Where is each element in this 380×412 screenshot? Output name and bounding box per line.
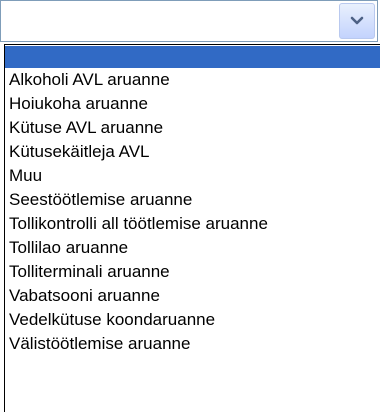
- dropdown-button[interactable]: [339, 3, 375, 39]
- option-hoiukoha-aruanne[interactable]: Hoiukoha aruanne: [5, 92, 380, 116]
- option-kutuse-avl-aruanne[interactable]: Kütuse AVL aruanne: [5, 116, 380, 140]
- option-kutusekaitleja-avl[interactable]: Kütusekäitleja AVL: [5, 140, 380, 164]
- option-muu[interactable]: Muu: [5, 164, 380, 188]
- option-blank[interactable]: [5, 46, 380, 68]
- option-seestootlemise-aruanne[interactable]: Seestöötlemise aruanne: [5, 188, 380, 212]
- option-tollilao-aruanne[interactable]: Tollilao aruanne: [5, 236, 380, 260]
- option-tollikontrolli-all-tootlemise-aruanne[interactable]: Tollikontrolli all töötlemise aruanne: [5, 212, 380, 236]
- option-vedelkutuse-koondaruanne[interactable]: Vedelkütuse koondaruanne: [5, 308, 380, 332]
- option-alkoholi-avl-aruanne[interactable]: Alkoholi AVL aruanne: [5, 68, 380, 92]
- option-vabatsooni-aruanne[interactable]: Vabatsooni aruanne: [5, 284, 380, 308]
- chevron-down-icon: [350, 16, 364, 26]
- dropdown-listbox[interactable]: Alkoholi AVL aruanne Hoiukoha aruanne Kü…: [4, 44, 380, 412]
- option-valistootlemise-aruanne[interactable]: Välistöötlemise aruanne: [5, 332, 380, 356]
- report-type-select[interactable]: [0, 0, 378, 42]
- option-tolliterminali-aruanne[interactable]: Tolliterminali aruanne: [5, 260, 380, 284]
